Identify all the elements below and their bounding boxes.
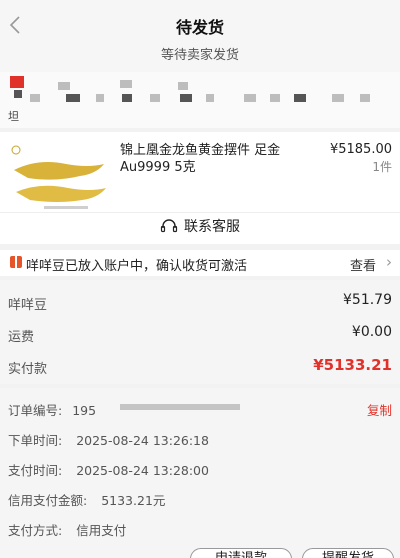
redacted-block <box>332 94 344 102</box>
payment-method-label: 支付方式: <box>8 523 63 538</box>
redacted-block <box>122 94 132 102</box>
redacted-block <box>178 82 188 90</box>
page-subtitle: 等待卖家发货 <box>160 48 239 63</box>
redacted-block <box>180 94 192 102</box>
paid-time-row: 支付时间: 2025-08-24 13:28:00 <box>8 460 209 479</box>
redacted-block <box>30 94 40 102</box>
placed-time-value: 2025-08-24 13:26:18 <box>76 433 209 448</box>
redacted-block <box>206 94 214 102</box>
order-info: 订单编号: 195 复制 下单时间: 2025-08-24 13:26:18 支… <box>0 388 400 558</box>
credit-amount-label: 信用支付金额: <box>8 493 88 508</box>
payment-method-row: 支付方式: 信用支付 <box>8 520 126 539</box>
address-text: 坦 <box>8 110 19 123</box>
redacted-block <box>14 90 22 98</box>
redacted-block <box>120 80 132 88</box>
order-number-label: 订单编号: <box>8 403 63 418</box>
contact-service-button[interactable]: 联系客服 <box>0 216 400 238</box>
fee-row: 运费 ¥0.00 <box>0 322 400 346</box>
divider <box>0 212 400 213</box>
payment-method-value: 信用支付 <box>76 523 127 538</box>
product-price: ¥5185.00 <box>329 142 392 157</box>
fee-label: 运费 <box>8 330 35 345</box>
paid-time-label: 支付时间: <box>8 463 63 478</box>
product-quantity: 1件 <box>372 160 392 174</box>
fee-summary: 咩咩豆 ¥51.79 运费 ¥0.00 实付款 ¥5133.21 <box>0 280 400 384</box>
redacted-block <box>66 94 80 102</box>
redacted-block <box>96 94 104 102</box>
copy-button[interactable]: 复制 <box>367 400 392 419</box>
redacted-block <box>150 94 160 102</box>
fee-value: ¥0.00 <box>351 324 392 340</box>
redacted-block <box>270 94 280 102</box>
fee-label: 咩咩豆 <box>8 298 48 313</box>
redacted-block <box>58 82 70 90</box>
redacted-block <box>360 94 370 102</box>
page-title: 待发货 <box>175 18 224 37</box>
refund-button[interactable]: 申请退款 <box>190 548 292 558</box>
shipping-address <box>0 72 400 128</box>
fee-value: ¥51.79 <box>343 292 392 308</box>
redacted-block <box>120 404 240 410</box>
header: 待发货 等待卖家发货 <box>0 0 400 72</box>
redacted-block <box>10 76 24 88</box>
gift-icon <box>10 256 22 268</box>
product-name: 锦上凰金龙鱼黄金摆件 足金Au9999 5克 <box>120 143 281 175</box>
paid-time-value: 2025-08-24 13:28:00 <box>76 463 209 478</box>
placed-time-row: 下单时间: 2025-08-24 13:26:18 <box>8 430 209 449</box>
fee-row: 实付款 ¥5133.21 <box>0 354 400 378</box>
view-link[interactable]: 查看 <box>350 255 376 274</box>
promo-bar[interactable]: 咩咩豆已放入账户中，确认收货可激活 查看 › <box>0 250 400 276</box>
credit-amount-value: 5133.21元 <box>101 493 166 508</box>
redacted-block <box>294 94 306 102</box>
promo-text: 咩咩豆已放入账户中，确认收货可激活 <box>26 259 248 274</box>
placed-time-label: 下单时间: <box>8 433 63 448</box>
credit-amount-row: 信用支付金额: 5133.21元 <box>8 490 165 509</box>
remind-ship-button[interactable]: 提醒发货 <box>302 548 394 558</box>
fee-label: 实付款 <box>8 362 48 377</box>
order-number-value: 195 <box>72 403 97 418</box>
headset-icon <box>160 219 178 233</box>
fee-row: 咩咩豆 ¥51.79 <box>0 290 400 314</box>
total-paid-value: ¥5133.21 <box>313 356 392 374</box>
order-number-row: 订单编号: 195 <box>8 400 96 419</box>
product-image <box>8 142 112 218</box>
chevron-right-icon: › <box>386 253 392 271</box>
redacted-block <box>244 94 256 102</box>
contact-service-label: 联系客服 <box>184 219 240 235</box>
